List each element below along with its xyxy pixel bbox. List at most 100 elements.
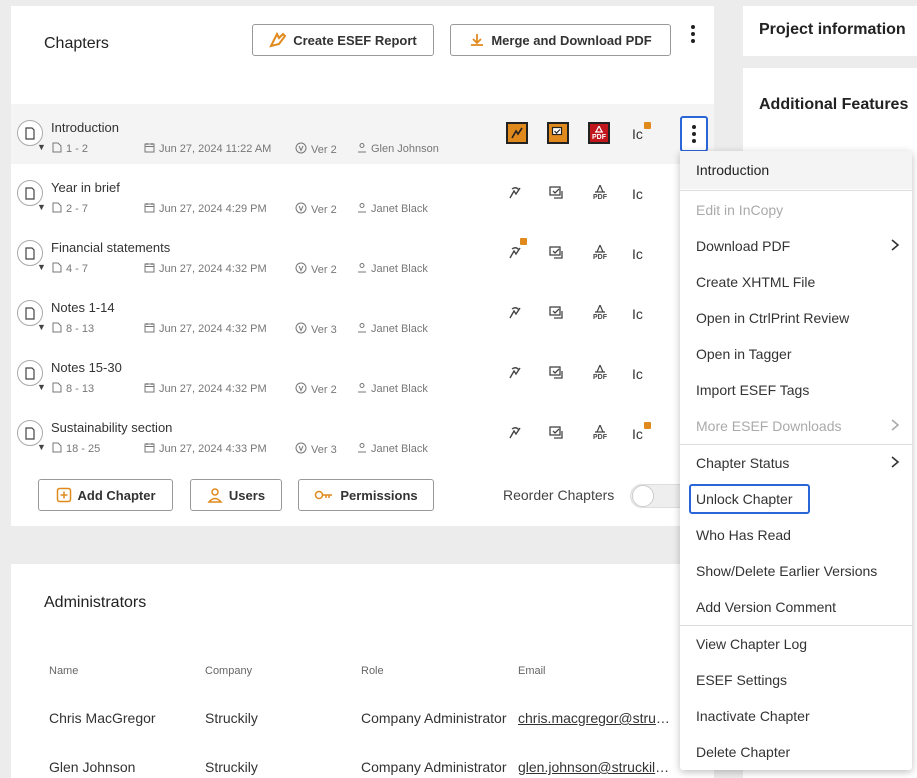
chapter-row[interactable]: ▼ Introduction 1 - 2 Jun 27, 2024 11:22 AM V… (11, 104, 714, 164)
chevron-down-icon[interactable]: ▼ (37, 382, 46, 392)
chapter-context-menu: Introduction Edit in InCopy Download PDF Cr… (680, 151, 912, 770)
chevron-down-icon[interactable]: ▼ (37, 442, 46, 452)
chevron-right-icon (890, 238, 900, 255)
chapter-date: Jun 27, 2024 11:22 AM (144, 142, 271, 156)
pdf-label: PDF (593, 254, 607, 261)
pdf-label: PDF (592, 133, 606, 141)
review-icon[interactable] (547, 122, 569, 144)
review-icon[interactable] (545, 422, 567, 444)
user-value: Janet Black (371, 263, 428, 275)
esef-tag-icon[interactable] (506, 122, 528, 144)
chapter-pages: 8 - 13 (52, 322, 94, 336)
pdf-label: PDF (593, 374, 607, 381)
esef-tag-icon[interactable] (504, 422, 526, 444)
menu-item-esef-settings[interactable]: ESEF Settings (680, 662, 912, 698)
project-information-card[interactable]: Project information (743, 6, 917, 56)
chevron-down-icon[interactable]: ▼ (37, 322, 46, 332)
menu-item-label: Open in CtrlPrint Review (696, 310, 850, 326)
menu-item-chapter-status[interactable]: Chapter Status (680, 445, 912, 481)
chapter-title[interactable]: Notes 15-30 (51, 360, 122, 375)
review-icon[interactable] (545, 182, 567, 204)
admin-role: Company Administrator (361, 710, 507, 726)
calendar-icon (144, 142, 155, 156)
pdf-icon[interactable]: PDF (588, 122, 610, 144)
version-value: Ver 3 (311, 323, 337, 336)
menu-item-inactivate-chapter[interactable]: Inactivate Chapter (680, 698, 912, 734)
column-header-role[interactable]: Role (361, 665, 384, 677)
menu-item-more-esef-downloads: More ESEF Downloads (680, 408, 912, 444)
version-icon (295, 262, 307, 277)
column-header-company[interactable]: Company (205, 665, 252, 677)
pdf-icon[interactable]: PDF (589, 302, 611, 324)
menu-item-delete-chapter[interactable]: Delete Chapter (680, 734, 912, 770)
menu-item-import-esef-tags[interactable]: Import ESEF Tags (680, 372, 912, 408)
esef-tag-icon[interactable] (504, 182, 526, 204)
chapter-row[interactable]: ▼ Financial statements 4 - 7 Jun 27, 2024 4… (11, 224, 714, 284)
esef-tag-icon[interactable] (504, 242, 526, 264)
chapter-title[interactable]: Introduction (51, 120, 119, 135)
chevron-down-icon[interactable]: ▼ (37, 202, 46, 212)
merge-download-pdf-button[interactable]: Merge and Download PDF (450, 24, 671, 56)
chapter-row[interactable]: ▼ Sustainability section 18 - 25 Jun 27, 20… (11, 404, 714, 464)
menu-item-add-version-comment[interactable]: Add Version Comment (680, 589, 912, 625)
incopy-icon[interactable]: Ic (632, 306, 643, 322)
chapter-row[interactable]: ▼ Notes 15-30 8 - 13 Jun 27, 2024 4:32 PM Ve… (11, 344, 714, 404)
menu-item-download-pdf[interactable]: Download PDF (680, 228, 912, 264)
menu-item-label: More ESEF Downloads (696, 418, 842, 434)
incopy-icon[interactable]: Ic (632, 246, 643, 262)
chapter-version: Ver 3 (295, 442, 337, 457)
create-esef-report-button[interactable]: Create ESEF Report (252, 24, 434, 56)
menu-item-open-in-ctrlprint-review[interactable]: Open in CtrlPrint Review (680, 300, 912, 336)
admin-email-link[interactable]: chris.macgregor@struckily.com (518, 710, 671, 726)
chapter-more-menu-button[interactable] (680, 116, 708, 152)
incopy-icon[interactable]: Ic (632, 426, 643, 442)
users-button[interactable]: Users (190, 479, 282, 511)
add-chapter-button[interactable]: Add Chapter (38, 479, 173, 511)
user-value: Janet Black (371, 443, 428, 455)
review-icon[interactable] (545, 302, 567, 324)
incopy-icon[interactable]: Ic (632, 366, 643, 382)
column-header-name[interactable]: Name (49, 665, 78, 677)
date-value: Jun 27, 2024 4:32 PM (159, 323, 267, 335)
chevron-down-icon[interactable]: ▼ (37, 262, 46, 272)
esef-tag-icon[interactable] (504, 362, 526, 384)
menu-item-who-has-read[interactable]: Who Has Read (680, 517, 912, 553)
calendar-icon (144, 262, 155, 276)
pdf-icon[interactable]: PDF (589, 422, 611, 444)
esef-tag-icon[interactable] (504, 302, 526, 324)
column-header-email[interactable]: Email (518, 665, 546, 677)
merge-download-pdf-label: Merge and Download PDF (491, 32, 652, 48)
incopy-icon[interactable]: Ic (632, 126, 643, 142)
menu-item-label: Create XHTML File (696, 274, 816, 290)
menu-divider (680, 444, 912, 445)
chapter-title[interactable]: Financial statements (51, 240, 170, 255)
chapter-row[interactable]: ▼ Year in brief 2 - 7 Jun 27, 2024 4:29 PM V… (11, 164, 714, 224)
pdf-icon[interactable]: PDF (589, 182, 611, 204)
calendar-icon (144, 442, 155, 456)
chapter-row[interactable]: ▼ Notes 1-14 8 - 13 Jun 27, 2024 4:32 PM Ver… (11, 284, 714, 344)
calendar-icon (144, 322, 155, 336)
permissions-button[interactable]: Permissions (298, 479, 434, 511)
review-icon[interactable] (545, 362, 567, 384)
admin-email-link[interactable]: glen.johnson@struckily.com (518, 759, 671, 775)
pdf-icon[interactable]: PDF (589, 242, 611, 264)
menu-item-show-delete-earlier-versions[interactable]: Show/Delete Earlier Versions (680, 553, 912, 589)
review-icon[interactable] (545, 242, 567, 264)
permissions-label: Permissions (340, 487, 418, 503)
chevron-down-icon[interactable]: ▼ (37, 142, 46, 152)
menu-item-edit-in-incopy: Edit in InCopy (680, 192, 912, 228)
chapters-more-menu-icon[interactable] (682, 19, 704, 49)
menu-item-create-xhtml-file[interactable]: Create XHTML File (680, 264, 912, 300)
pdf-icon[interactable]: PDF (589, 362, 611, 384)
chapter-title[interactable]: Sustainability section (51, 420, 172, 435)
chapter-user: Janet Black (357, 382, 428, 396)
calendar-icon (144, 202, 155, 216)
chapter-pages: 1 - 2 (52, 142, 88, 156)
incopy-icon[interactable]: Ic (632, 186, 643, 202)
menu-item-open-in-tagger[interactable]: Open in Tagger (680, 336, 912, 372)
chapter-title[interactable]: Year in brief (51, 180, 120, 195)
project-information-title[interactable]: Project information (759, 21, 906, 39)
menu-item-view-chapter-log[interactable]: View Chapter Log (680, 626, 912, 662)
chevron-right-icon (890, 455, 900, 472)
chapter-title[interactable]: Notes 1-14 (51, 300, 115, 315)
